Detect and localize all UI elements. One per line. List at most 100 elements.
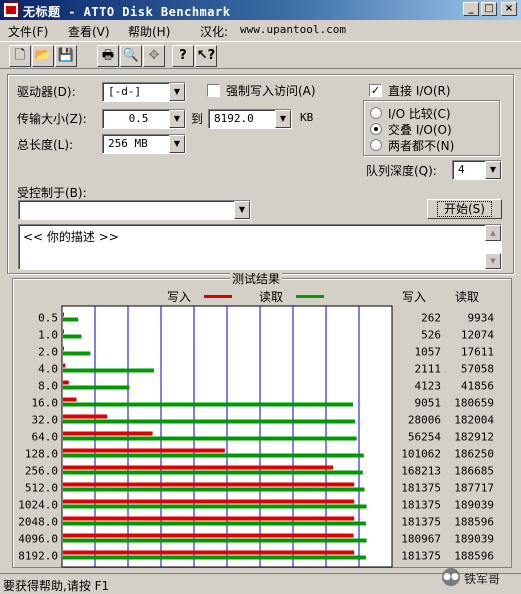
transfer-to-select[interactable]: 8192.0 ▼: [208, 109, 292, 129]
read-value: 189039: [454, 499, 494, 512]
write-value: 181375: [401, 482, 441, 495]
read-value: 17611: [461, 346, 494, 359]
read-value: 182004: [454, 414, 494, 427]
total-length-label: 总长度(L):: [17, 138, 74, 152]
read-value: 180659: [454, 397, 494, 410]
queue-depth-label: 队列深度(Q):: [366, 164, 437, 178]
category-label: 0.5: [38, 312, 58, 325]
write-bar: [63, 465, 334, 470]
transfer-from-select[interactable]: 0.5 ▼: [102, 109, 186, 129]
write-bar: [63, 482, 355, 487]
chevron-down-icon[interactable]: ▼: [485, 161, 501, 179]
total-length-value: 256 MB: [108, 137, 148, 150]
chevron-down-icon[interactable]: ▼: [169, 83, 185, 101]
direct-io-label: 直接 I/O(R): [388, 84, 451, 98]
benchmark-chart: 020406080100120140160180200传输速率 - MB / 秒…: [18, 305, 495, 568]
description-text: << 你的描述 >>: [23, 230, 119, 244]
new-icon[interactable]: 🗋: [9, 45, 31, 67]
description-box[interactable]: << 你的描述 >> ▲ ▼: [18, 224, 502, 270]
overlap-io-radio[interactable]: [370, 123, 382, 135]
start-button[interactable]: 开始(S): [427, 199, 502, 219]
category-label: 64.0: [32, 431, 59, 444]
scroll-up-icon[interactable]: ▲: [485, 225, 501, 241]
context-help-icon[interactable]: ↖?: [195, 45, 217, 67]
move-icon[interactable]: ✥: [143, 45, 165, 67]
controlled-by-select[interactable]: ▼: [18, 200, 251, 220]
read-bar: [63, 385, 130, 390]
read-value: 12074: [461, 329, 494, 342]
status-bar: 要获得帮助,请按 F1 ●● 铁军哥: [0, 568, 521, 593]
neither-radio[interactable]: [370, 139, 382, 151]
write-value: 181375: [401, 499, 441, 512]
direct-io-checkbox[interactable]: ✓: [369, 84, 382, 97]
category-label: 8192.0: [18, 550, 58, 563]
read-value: 186685: [454, 465, 494, 478]
write-bar: [63, 499, 355, 504]
menu-view[interactable]: 查看(V): [68, 23, 110, 40]
write-bar: [63, 312, 64, 317]
results-panel: 测试结果 写入 读取 写入 读取 02040608010012014016018…: [12, 270, 512, 568]
read-bar: [63, 470, 363, 475]
read-value: 188596: [454, 516, 494, 529]
write-value: 56254: [408, 431, 441, 444]
write-bar: [63, 414, 108, 419]
write-bar: [63, 516, 355, 521]
window-title: 无标题 - ATTO Disk Benchmark: [23, 5, 231, 19]
category-label: 16.0: [32, 397, 59, 410]
menu-help[interactable]: 帮助(H): [128, 23, 170, 40]
localize-label: 汉化:: [200, 25, 229, 39]
read-bar: [63, 504, 367, 509]
open-icon[interactable]: 📂: [32, 45, 54, 67]
write-value: 262: [421, 312, 441, 325]
chevron-down-icon[interactable]: ▼: [169, 110, 185, 128]
transfer-to-value: 8192.0: [214, 112, 254, 125]
read-value: 182912: [454, 431, 494, 444]
print-icon[interactable]: 🖶: [97, 45, 119, 67]
chevron-down-icon[interactable]: ▼: [169, 135, 185, 153]
read-bar: [63, 368, 154, 373]
close-button[interactable]: ×: [501, 2, 517, 16]
kb-unit: KB: [300, 111, 314, 124]
write-bar: [63, 397, 77, 402]
scroll-down-icon[interactable]: ▼: [485, 253, 501, 269]
queue-depth-select[interactable]: 4 ▼: [452, 160, 502, 180]
category-label: 32.0: [32, 414, 59, 427]
minimize-button[interactable]: _: [463, 2, 479, 16]
neither-label: 两者都不(N): [388, 139, 455, 153]
write-value: 180967: [401, 533, 441, 546]
io-compare-radio[interactable]: [370, 107, 382, 119]
write-value: 101062: [401, 448, 441, 461]
localize-site[interactable]: www.upantool.com: [240, 23, 346, 36]
app-icon: [3, 2, 19, 18]
write-value: 4123: [415, 380, 442, 393]
write-value: 9051: [415, 397, 442, 410]
read-value: 187717: [454, 482, 494, 495]
write-value: 28006: [408, 414, 441, 427]
toolbar: 🗋 📂 💾 🖶 🔍 ✥ ? ↖?: [0, 41, 521, 69]
menu-file[interactable]: 文件(F): [8, 23, 48, 40]
read-value: 9934: [468, 312, 495, 325]
read-value: 189039: [454, 533, 494, 546]
category-label: 512.0: [25, 482, 58, 495]
io-compare-label: I/O 比较(C): [388, 107, 451, 121]
read-value: 186250: [454, 448, 494, 461]
maximize-button[interactable]: □: [481, 2, 497, 16]
print-preview-icon[interactable]: 🔍: [120, 45, 142, 67]
save-icon[interactable]: 💾: [55, 45, 77, 67]
force-write-checkbox[interactable]: [207, 84, 220, 97]
drive-select[interactable]: [-d-] ▼: [102, 82, 186, 102]
queue-depth-value: 4: [458, 163, 465, 176]
category-label: 128.0: [25, 448, 58, 461]
app-window: 无标题 - ATTO Disk Benchmark _ □ × 文件(F) 查看…: [0, 0, 521, 593]
start-label: 开始(S): [437, 201, 492, 217]
write-value: 1057: [415, 346, 442, 359]
drive-label: 驱动器(D):: [17, 85, 76, 99]
help-icon[interactable]: ?: [172, 45, 194, 67]
category-label: 2048.0: [18, 516, 58, 529]
total-length-select[interactable]: 256 MB ▼: [102, 134, 186, 154]
chevron-down-icon[interactable]: ▼: [275, 110, 291, 128]
transfer-from-value: 0.5: [128, 112, 149, 125]
wechat-icon: ●●: [442, 568, 460, 586]
read-bar: [63, 487, 365, 492]
chevron-down-icon[interactable]: ▼: [234, 201, 250, 219]
